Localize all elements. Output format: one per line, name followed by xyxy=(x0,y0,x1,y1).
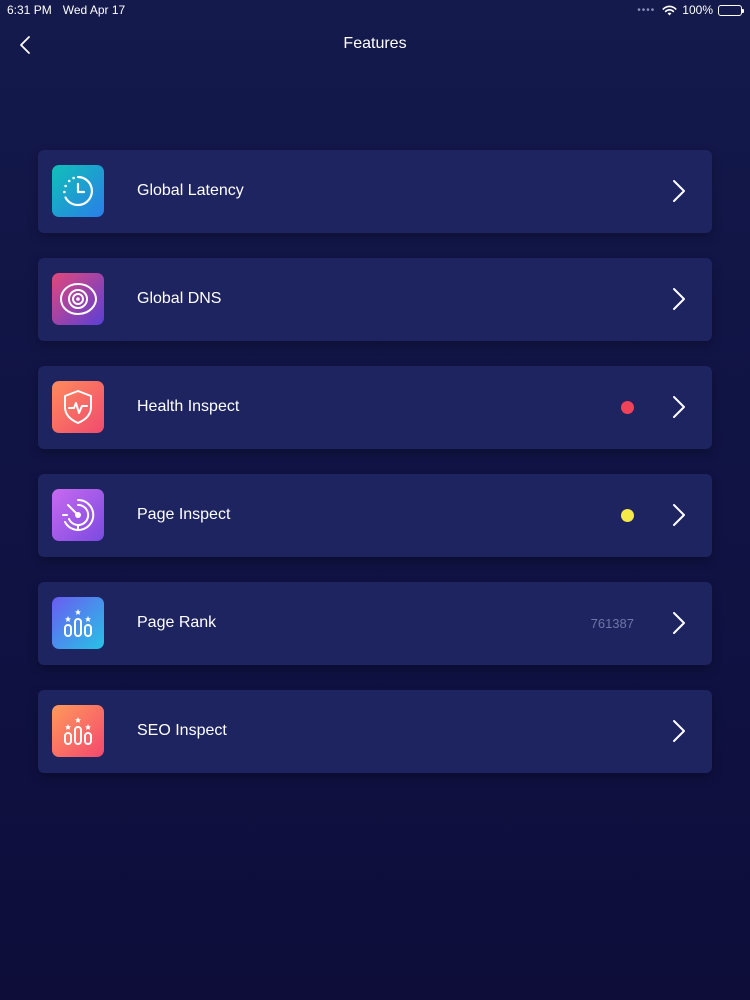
battery-icon xyxy=(718,4,744,16)
chevron-right-icon xyxy=(673,612,685,634)
chevron-right-icon xyxy=(673,396,685,418)
chevron-right-icon xyxy=(673,180,685,202)
signal-icon: •••• xyxy=(637,4,656,16)
status-right: •••• 100% xyxy=(637,3,744,17)
status-dot xyxy=(621,401,634,414)
status-left: 6:31 PM Wed Apr 17 xyxy=(7,3,125,17)
feature-row-page-inspect[interactable]: Page Inspect xyxy=(38,474,712,557)
feature-row-global-dns[interactable]: Global DNS xyxy=(38,258,712,341)
bar-stars-icon xyxy=(52,597,104,649)
status-time: 6:31 PM xyxy=(7,3,52,17)
feature-label: Health Inspect xyxy=(137,398,240,415)
bar-stars-icon xyxy=(52,705,104,757)
radar-icon xyxy=(52,489,104,541)
feature-label: Page Rank xyxy=(137,614,217,631)
feature-label: Page Inspect xyxy=(137,506,231,523)
rank-count: 761387 xyxy=(590,616,634,631)
clock-icon xyxy=(52,165,104,217)
target-icon xyxy=(52,273,104,325)
page-title: Features xyxy=(343,35,407,52)
status-dot xyxy=(621,509,634,522)
feature-row-global-latency[interactable]: Global Latency xyxy=(38,150,712,233)
feature-row-seo-inspect[interactable]: SEO Inspect xyxy=(38,690,712,773)
wifi-icon xyxy=(662,5,677,15)
chevron-right-icon xyxy=(673,720,685,742)
nav-bar: Features xyxy=(0,20,750,70)
battery-percent: 100% xyxy=(682,3,713,17)
feature-row-health-inspect[interactable]: Health Inspect xyxy=(38,366,712,449)
feature-label: SEO Inspect xyxy=(137,722,227,739)
feature-row-page-rank[interactable]: Page Rank 761387 xyxy=(38,582,712,665)
status-bar: 6:31 PM Wed Apr 17 •••• 100% xyxy=(0,0,750,20)
feature-list: Global Latency Global DNS Health Inspect… xyxy=(38,150,712,798)
status-date: Wed Apr 17 xyxy=(62,3,126,17)
chevron-right-icon xyxy=(673,288,685,310)
shield-pulse-icon xyxy=(52,381,104,433)
feature-label: Global DNS xyxy=(137,290,222,307)
chevron-right-icon xyxy=(673,504,685,526)
feature-label: Global Latency xyxy=(137,182,244,199)
